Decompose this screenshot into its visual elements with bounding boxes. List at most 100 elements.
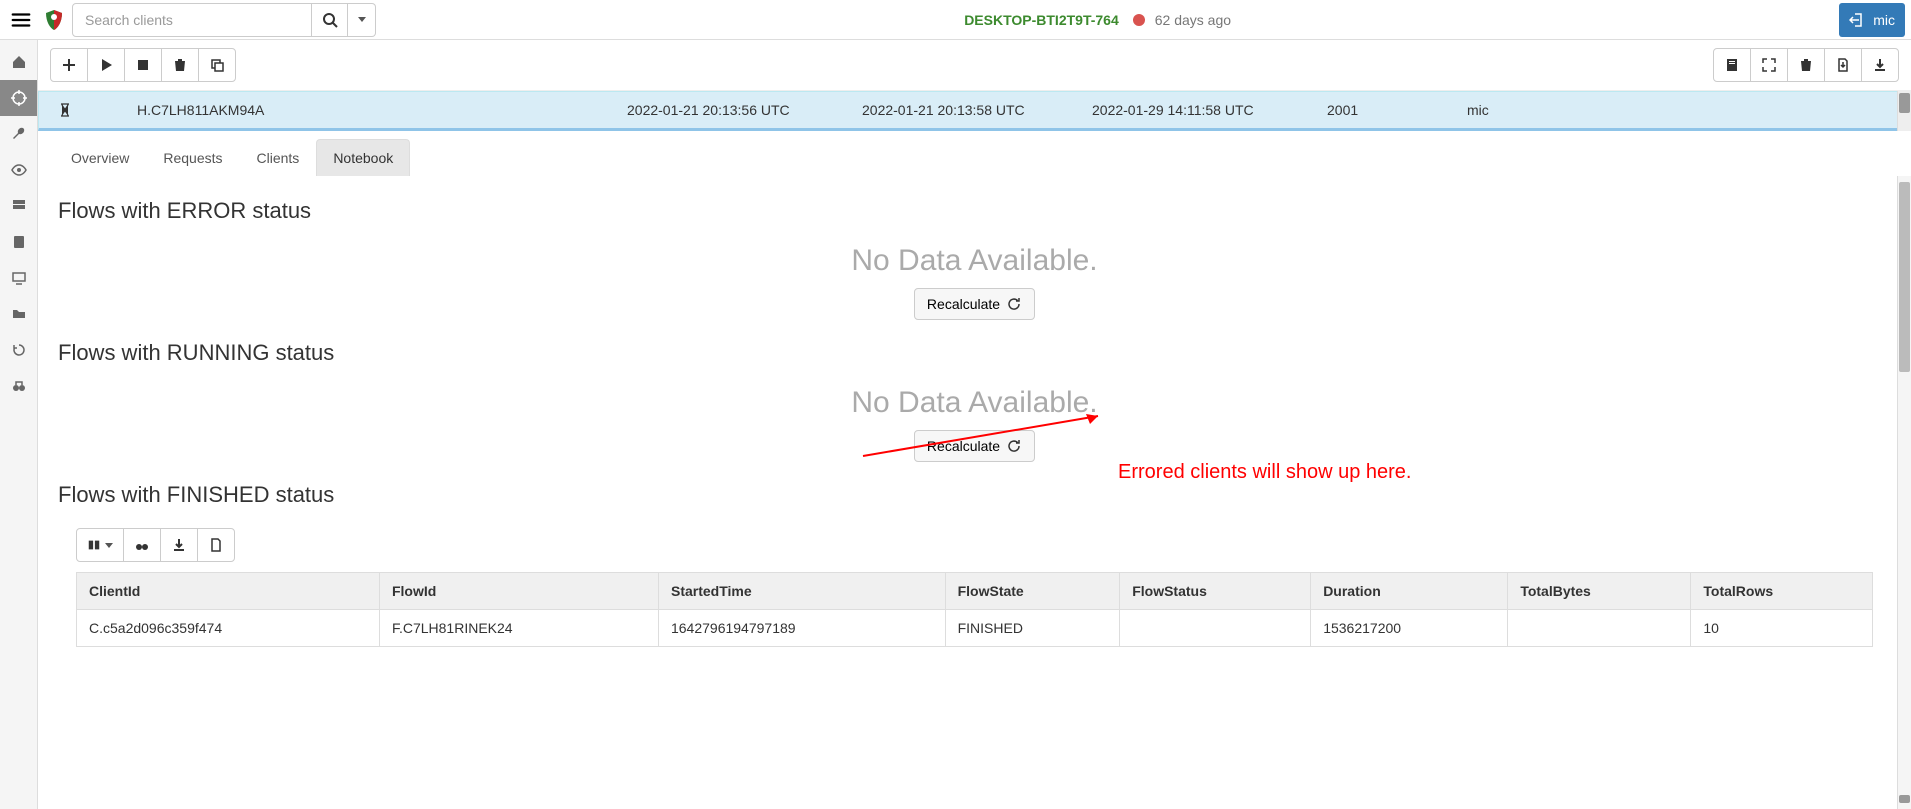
tab-requests[interactable]: Requests: [146, 139, 239, 176]
stop-hunt-button[interactable]: [124, 48, 162, 82]
monitor-icon: [11, 270, 27, 286]
status-indicator-icon: [1133, 14, 1145, 26]
download-table-button[interactable]: [160, 528, 198, 562]
notebook-button[interactable]: [1713, 48, 1751, 82]
cell-totalrows: 10: [1691, 610, 1873, 647]
sidebar-server[interactable]: [0, 188, 37, 224]
binoculars-icon: [134, 537, 150, 553]
file-download-icon: [1835, 57, 1851, 73]
cell-flowstate: FINISHED: [945, 610, 1120, 647]
hunt-creator-cell: mic: [1459, 98, 1900, 122]
logout-icon: [1849, 12, 1865, 28]
new-hunt-button[interactable]: [50, 48, 88, 82]
sidebar-artifacts[interactable]: [0, 224, 37, 260]
wrench-icon: [11, 126, 27, 142]
sidebar-hunts[interactable]: [0, 80, 37, 116]
copy-hunt-button[interactable]: [198, 48, 236, 82]
th-totalbytes[interactable]: TotalBytes: [1508, 573, 1691, 610]
sidebar-host[interactable]: [0, 260, 37, 296]
stop-icon: [135, 57, 151, 73]
export-button[interactable]: [1824, 48, 1862, 82]
search-icon: [322, 12, 338, 28]
eye-icon: [11, 162, 27, 178]
export-csv-button[interactable]: [197, 528, 235, 562]
finished-section-title: Flows with FINISHED status: [58, 482, 1891, 508]
finished-table: ClientId FlowId StartedTime FlowState Fl…: [76, 572, 1873, 647]
copy-icon: [209, 57, 225, 73]
th-flowstatus[interactable]: FlowStatus: [1120, 573, 1311, 610]
last-seen-text: 62 days ago: [1155, 12, 1231, 28]
notebook-icon: [1724, 57, 1740, 73]
binoculars-icon: [11, 378, 27, 394]
th-flowid[interactable]: FlowId: [379, 573, 658, 610]
trash-icon: [1798, 57, 1814, 73]
refresh-icon: [1006, 296, 1022, 312]
chevron-down-icon: [358, 17, 366, 22]
cell-totalbytes: [1508, 610, 1691, 647]
sidebar-history[interactable]: [0, 332, 37, 368]
expand-icon: [1761, 57, 1777, 73]
chevron-down-icon: [105, 543, 113, 548]
content-scrollbar[interactable]: [1897, 176, 1911, 809]
plus-icon: [61, 57, 77, 73]
sidebar-nav: [0, 40, 38, 809]
error-nodata: No Data Available.: [58, 244, 1891, 278]
th-startedtime[interactable]: StartedTime: [658, 573, 945, 610]
download-icon: [1872, 57, 1888, 73]
crosshair-icon: [11, 90, 27, 106]
sidebar-home[interactable]: [0, 44, 37, 80]
fullscreen-button[interactable]: [1750, 48, 1788, 82]
search-button[interactable]: [312, 3, 348, 37]
sidebar-files[interactable]: [0, 296, 37, 332]
hourglass-icon: [57, 102, 73, 118]
annotation-text: Errored clients will show up here.: [1118, 461, 1411, 484]
download-icon: [171, 537, 187, 553]
tab-clients[interactable]: Clients: [240, 139, 317, 176]
sidebar-view[interactable]: [0, 152, 37, 188]
hunt-scrollbar[interactable]: [1897, 91, 1911, 131]
inspect-button[interactable]: [123, 528, 161, 562]
history-icon: [11, 342, 27, 358]
delete-results-button[interactable]: [1787, 48, 1825, 82]
run-hunt-button[interactable]: [87, 48, 125, 82]
sidebar-search[interactable]: [0, 368, 37, 404]
folder-icon: [11, 306, 27, 322]
server-icon: [11, 198, 27, 214]
delete-hunt-button[interactable]: [161, 48, 199, 82]
hunt-expires-cell: 2022-01-29 14:11:58 UTC: [1084, 98, 1319, 122]
user-menu[interactable]: mic: [1839, 3, 1905, 37]
app-logo: [42, 8, 66, 32]
tab-overview[interactable]: Overview: [54, 139, 146, 176]
hunt-count-cell: 2001: [1319, 98, 1459, 122]
search-dropdown[interactable]: [348, 3, 376, 37]
th-duration[interactable]: Duration: [1311, 573, 1508, 610]
recalculate-error-button[interactable]: Recalculate: [914, 288, 1035, 320]
trash-icon: [172, 57, 188, 73]
refresh-icon: [1006, 438, 1022, 454]
running-nodata: No Data Available.: [58, 386, 1891, 420]
recalculate-running-button[interactable]: Recalculate: [914, 430, 1035, 462]
tab-notebook[interactable]: Notebook: [316, 139, 410, 176]
hunt-created-cell: 2022-01-21 20:13:56 UTC: [619, 98, 854, 122]
sidebar-tools[interactable]: [0, 116, 37, 152]
cell-flowid: F.C7LH81RINEK24: [379, 610, 658, 647]
columns-button[interactable]: [76, 528, 124, 562]
cell-started: 1642796194797189: [658, 610, 945, 647]
th-clientid[interactable]: ClientId: [77, 573, 380, 610]
menu-toggle[interactable]: [6, 9, 36, 31]
th-totalrows[interactable]: TotalRows: [1691, 573, 1873, 610]
recalc-label: Recalculate: [927, 296, 1000, 312]
cell-flowstatus: [1120, 610, 1311, 647]
download-button[interactable]: [1861, 48, 1899, 82]
play-icon: [98, 57, 114, 73]
hunt-id-cell: H.C7LH811AKM94A: [129, 98, 619, 122]
search-input[interactable]: [72, 3, 312, 37]
home-icon: [11, 54, 27, 70]
recalc-label: Recalculate: [927, 438, 1000, 454]
th-flowstate[interactable]: FlowState: [945, 573, 1120, 610]
hunt-row-selected[interactable]: H.C7LH811AKM94A 2022-01-21 20:13:56 UTC …: [38, 91, 1911, 131]
client-hostname[interactable]: DESKTOP-BTI2T9T-764: [964, 12, 1119, 28]
table-row[interactable]: C.c5a2d096c359f474 F.C7LH81RINEK24 16427…: [77, 610, 1873, 647]
hunt-started-cell: 2022-01-21 20:13:58 UTC: [854, 98, 1084, 122]
error-section-title: Flows with ERROR status: [58, 198, 1891, 224]
